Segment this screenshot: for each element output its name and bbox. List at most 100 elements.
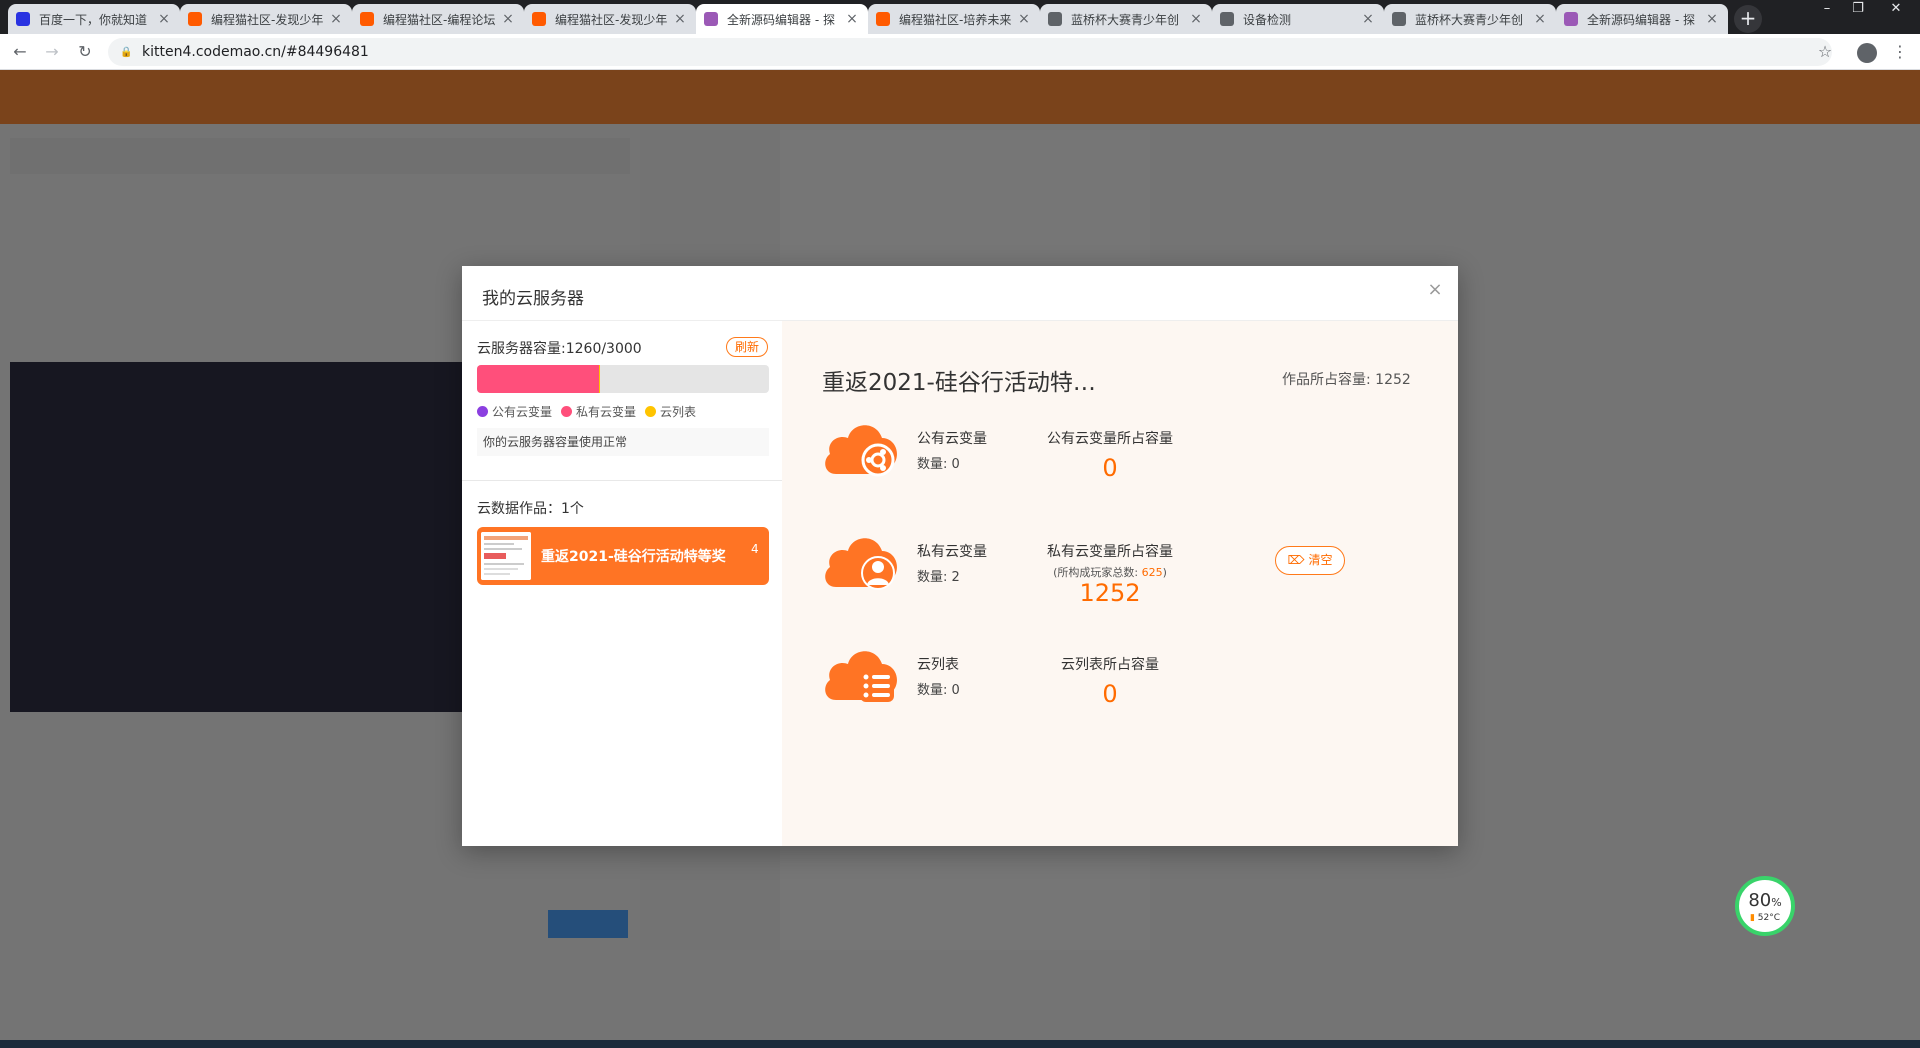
globe-icon — [1048, 12, 1062, 26]
capacity-segment — [477, 365, 599, 393]
private-variable-row: 私有云变量 数量: 2 私有云变量所占容量 (所构成玩家总数: 625) 125… — [782, 529, 1458, 609]
new-tab-button[interactable]: + — [1734, 5, 1762, 33]
clear-button[interactable]: ⌦ 清空 — [1275, 546, 1345, 575]
row-label: 公有云变量 — [917, 431, 987, 447]
tab-title: 编程猫社区-编程论坛 — [383, 12, 496, 27]
tab-close-icon[interactable]: × — [1360, 11, 1376, 27]
forward-icon[interactable]: → — [42, 42, 62, 62]
tab-title: 编程猫社区-发现少年 — [555, 12, 668, 27]
kitten-editor-icon — [1564, 12, 1578, 26]
row-label: 私有云变量 — [917, 544, 987, 560]
tab-title: 全新源码编辑器 - 探 — [727, 12, 835, 27]
tab-title: 设备检测 — [1243, 12, 1292, 27]
works-count-label: 云数据作品：1个 — [477, 501, 584, 517]
clear-label: 清空 — [1308, 553, 1333, 567]
browser-tab[interactable]: 全新源码编辑器 - 探 × — [696, 4, 868, 34]
project-detail-pane: 重返2021-硅谷行活动特… 作品所占容量: 1252 公有云变量 数量: 0 … — [782, 321, 1458, 846]
back-icon[interactable]: ← — [10, 42, 30, 62]
minimize-icon[interactable]: – — [1812, 0, 1842, 20]
row-capacity-value: 1252 — [1079, 579, 1141, 607]
tab-close-icon[interactable]: × — [500, 11, 516, 27]
tab-close-icon[interactable]: × — [844, 11, 860, 27]
row-capacity-value: 0 — [1102, 454, 1118, 482]
project-capacity: 作品所占容量: 1252 — [1282, 372, 1411, 388]
players-total: (所构成玩家总数: 625) — [1053, 566, 1167, 579]
divider — [462, 480, 782, 481]
row-label: 云列表 — [917, 657, 959, 673]
row-capacity-title: 私有云变量所占容量 — [1047, 544, 1173, 560]
tab-title: 全新源码编辑器 - 探 — [1587, 12, 1695, 27]
status-message: 你的云服务器容量使用正常 — [477, 428, 769, 456]
tab-close-icon[interactable]: × — [1704, 11, 1720, 27]
cloud-list-icon — [822, 642, 902, 706]
dialog-title: 我的云服务器 — [482, 289, 584, 309]
tab-close-icon[interactable]: × — [1016, 11, 1032, 27]
gauge-temperature: ▮ 52°C — [1749, 913, 1781, 923]
legend-item: 私有云变量 — [561, 403, 636, 420]
globe-icon — [1220, 12, 1234, 26]
broom-icon: ⌦ — [1287, 553, 1305, 567]
capacity-label: 云服务器容量:1260/3000 — [477, 341, 642, 357]
legend-label: 云列表 — [660, 405, 697, 419]
tab-title: 蓝桥杯大赛青少年创 — [1071, 12, 1180, 27]
close-icon[interactable]: × — [1425, 280, 1445, 300]
players-value: 625 — [1141, 566, 1163, 579]
browser-tab-strip: 百度一下，你就知道 × 编程猫社区-发现少年 × 编程猫社区-编程论坛 × 编程猫社区-发现… — [0, 0, 1920, 34]
tab-title: 编程猫社区-发现少年 — [211, 12, 324, 27]
row-count: 数量: 0 — [917, 683, 960, 698]
kitten-editor-icon — [704, 12, 718, 26]
legend-item: 云列表 — [645, 403, 696, 420]
work-thumbnail — [481, 532, 531, 580]
browser-tab[interactable]: 编程猫社区-发现少年 × — [524, 4, 696, 34]
browser-tab[interactable]: 编程猫社区-培养未来 × — [868, 4, 1040, 34]
tab-close-icon[interactable]: × — [1532, 11, 1548, 27]
address-bar[interactable]: kitten4.codemao.cn/#84496481 — [108, 38, 1832, 66]
refresh-button[interactable]: 刷新 — [726, 337, 768, 357]
public-variable-row: 公有云变量 数量: 0 公有云变量所占容量 0 — [782, 416, 1458, 496]
row-count: 数量: 0 — [917, 457, 960, 472]
legend-dot-icon — [645, 406, 657, 417]
close-window-icon[interactable]: ✕ — [1878, 0, 1914, 20]
work-list-item[interactable]: 重返2021-硅谷行活动特等奖 4 — [477, 527, 769, 585]
baidu-paw-icon — [16, 12, 30, 26]
browser-menu-icon[interactable]: ⋮ — [1890, 42, 1910, 62]
gauge-percent: 80% — [1748, 890, 1782, 911]
tab-title: 编程猫社区-培养未来 — [899, 12, 1012, 27]
cloud-list-row: 云列表 数量: 0 云列表所占容量 0 — [782, 642, 1458, 722]
dialog-header: 我的云服务器 × — [462, 266, 1458, 321]
browser-tab[interactable]: 蓝桥杯大赛青少年创 × — [1040, 4, 1212, 34]
work-badge: 4 — [751, 542, 759, 556]
work-name: 重返2021-硅谷行活动特等奖 — [541, 549, 726, 565]
legend-dot-icon — [561, 406, 573, 417]
lock-icon[interactable]: 🔒 — [120, 47, 132, 58]
star-icon[interactable]: ☆ — [1815, 42, 1835, 62]
browser-tab[interactable]: 全新源码编辑器 - 探 × — [1556, 4, 1728, 34]
codemao-cat-icon — [876, 12, 890, 26]
browser-tab[interactable]: 百度一下，你就知道 × — [8, 4, 180, 34]
tab-close-icon[interactable]: × — [328, 11, 344, 27]
reload-icon[interactable]: ↻ — [75, 42, 95, 62]
restore-icon[interactable]: ❐ — [1843, 0, 1873, 20]
row-capacity-value: 0 — [1102, 680, 1118, 708]
capacity-bar — [477, 365, 769, 393]
capacity-segment — [598, 365, 600, 393]
codemao-cat-icon — [532, 12, 546, 26]
cloud-server-dialog: 我的云服务器 × 云服务器容量:1260/3000 刷新 公有云变量 私有云变量云… — [462, 266, 1458, 846]
cloud-user-icon — [822, 529, 902, 593]
tab-close-icon[interactable]: × — [1188, 11, 1204, 27]
row-count: 数量: 2 — [917, 570, 960, 585]
tab-title: 百度一下，你就知道 — [39, 12, 148, 27]
legend-label: 公有云变量 — [492, 405, 553, 419]
browser-tab[interactable]: 编程猫社区-编程论坛 × — [352, 4, 524, 34]
browser-tab[interactable]: 编程猫社区-发现少年 × — [180, 4, 352, 34]
tab-close-icon[interactable]: × — [672, 11, 688, 27]
tab-close-icon[interactable]: × — [156, 11, 172, 27]
performance-gauge-widget[interactable]: 80% ▮ 52°C — [1735, 876, 1795, 936]
globe-icon — [1392, 12, 1406, 26]
os-taskbar — [0, 1040, 1920, 1048]
profile-avatar-icon[interactable] — [1857, 43, 1877, 63]
browser-tab[interactable]: 蓝桥杯大赛青少年创 × — [1384, 4, 1556, 34]
server-summary-pane: 云服务器容量:1260/3000 刷新 公有云变量 私有云变量 云列表 你的云服务器… — [462, 321, 782, 846]
browser-tab[interactable]: 设备检测 × — [1212, 4, 1384, 34]
row-capacity-title: 云列表所占容量 — [1061, 657, 1159, 673]
